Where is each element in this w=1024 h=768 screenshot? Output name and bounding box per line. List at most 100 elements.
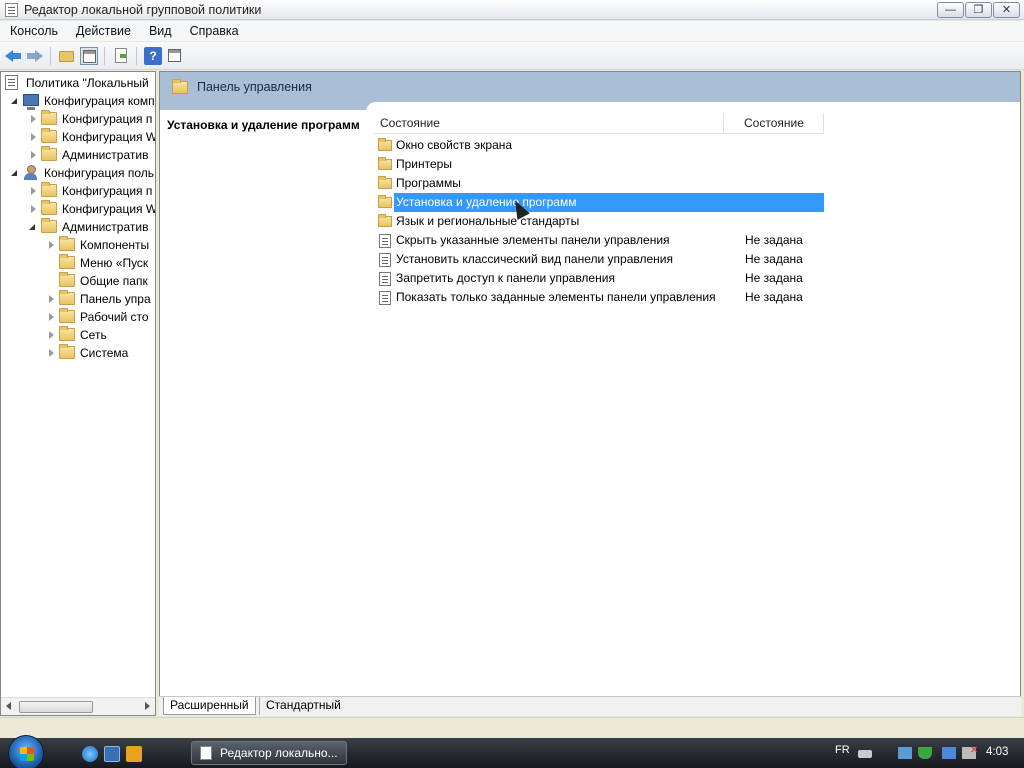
back-arrow-icon[interactable] <box>4 47 22 65</box>
tree-item[interactable]: Сеть <box>1 326 155 344</box>
toolbar: ? <box>0 42 1024 70</box>
folder-icon <box>41 182 57 197</box>
setting-list-item[interactable]: Установить классический вид панели управ… <box>376 250 824 269</box>
start-button[interactable] <box>8 735 44 768</box>
tree-item[interactable]: Меню «Пуск <box>1 254 155 272</box>
tree-pane[interactable]: Политика "Локальный Конфигурация комп Конф… <box>0 71 156 716</box>
tree-item[interactable]: Конфигурация поль <box>1 164 155 182</box>
menu-console[interactable]: Консоль <box>0 21 66 41</box>
menu-view[interactable]: Вид <box>139 21 180 41</box>
tree-item-label: Панель упра <box>80 292 151 306</box>
collapsed-arrow-icon[interactable] <box>31 115 36 123</box>
taskbar-window-button[interactable]: Редактор локально... <box>191 741 347 765</box>
scroll-right-icon[interactable] <box>145 702 150 710</box>
network-icon[interactable] <box>898 747 912 759</box>
language-indicator[interactable]: FR <box>835 744 850 756</box>
folder-icon <box>59 254 75 269</box>
list-item-name: Окно свойств экрана <box>396 138 513 152</box>
folder-list-item[interactable]: Язык и региональные стандарты <box>376 212 824 231</box>
collapsed-arrow-icon[interactable] <box>49 295 54 303</box>
expanded-arrow-icon[interactable] <box>11 170 17 176</box>
tree-item[interactable]: Рабочий сто <box>1 308 155 326</box>
column-header-name[interactable]: Состояние <box>380 113 440 133</box>
folder-icon <box>172 79 188 94</box>
column-header-state[interactable]: Состояние <box>744 113 804 133</box>
view-tabs: Расширенный Стандартный <box>159 696 1021 716</box>
tab-standard[interactable]: Стандартный <box>259 697 347 715</box>
folder-icon <box>41 110 57 125</box>
collapsed-arrow-icon[interactable] <box>49 331 54 339</box>
policy-setting-icon <box>379 291 391 305</box>
media-player-icon[interactable] <box>126 746 142 762</box>
setting-list-item[interactable]: Запретить доступ к панели управления Не з… <box>376 269 824 288</box>
maximize-button[interactable]: ❐ <box>965 2 992 18</box>
menu-help[interactable]: Справка <box>180 21 247 41</box>
tree-item-label: Компоненты <box>80 238 150 252</box>
tree-item[interactable]: Конфигурация комп <box>1 92 155 110</box>
setting-list-item[interactable]: Показать только заданные элементы панели… <box>376 288 824 307</box>
policy-setting-icon <box>379 272 391 286</box>
collapsed-arrow-icon[interactable] <box>31 133 36 141</box>
collapsed-arrow-icon[interactable] <box>49 349 54 357</box>
up-folder-icon[interactable] <box>58 47 76 65</box>
column-divider[interactable] <box>723 113 724 133</box>
folder-icon <box>378 195 392 208</box>
forward-arrow-icon[interactable] <box>26 47 44 65</box>
tree-item[interactable]: Панель упра <box>1 290 155 308</box>
tree-item[interactable]: Система <box>1 344 155 362</box>
expanded-arrow-icon[interactable] <box>11 98 17 104</box>
tree-item[interactable]: Общие папк <box>1 272 155 290</box>
tree-item-label: Конфигурация комп <box>44 94 155 108</box>
tree-item-label: Политика "Локальный <box>26 76 149 90</box>
tree-item[interactable]: Конфигурация п <box>1 182 155 200</box>
folder-list-item[interactable]: Установка и удаление программ <box>376 193 824 212</box>
folder-icon <box>41 200 57 215</box>
collapsed-arrow-icon[interactable] <box>31 205 36 213</box>
collapsed-arrow-icon[interactable] <box>31 187 36 195</box>
taskbar-window-label: Редактор локально... <box>220 746 338 760</box>
tree-item-label: Административ <box>62 148 149 162</box>
setting-list-item[interactable]: Скрыть указанные элементы панели управле… <box>376 231 824 250</box>
collapsed-arrow-icon[interactable] <box>31 151 36 159</box>
tree-horizontal-scrollbar[interactable] <box>1 697 155 715</box>
clock[interactable]: 4:03 <box>986 746 1008 758</box>
tree-item[interactable]: Компоненты <box>1 236 155 254</box>
description-title: Установка и удаление программ <box>167 118 360 132</box>
menu-action[interactable]: Действие <box>66 21 139 41</box>
properties-icon[interactable] <box>166 47 184 65</box>
policy-setting-icon <box>379 253 391 267</box>
internet-explorer-icon[interactable] <box>82 746 98 762</box>
display-icon[interactable] <box>942 747 956 759</box>
tree-item[interactable]: Конфигурация W <box>1 200 155 218</box>
show-desktop-icon[interactable] <box>104 746 120 762</box>
close-button[interactable]: ✕ <box>993 2 1020 18</box>
gpedit-app-icon <box>5 3 18 17</box>
show-hide-tree-icon[interactable] <box>80 47 98 65</box>
minimize-button[interactable]: — <box>937 2 964 18</box>
collapsed-arrow-icon[interactable] <box>49 241 54 249</box>
security-shield-icon[interactable] <box>918 747 932 759</box>
tree-item[interactable]: Административ <box>1 218 155 236</box>
column-headers: Состояние Состояние <box>374 113 824 134</box>
expanded-arrow-icon[interactable] <box>29 224 35 230</box>
list-item-name: Программы <box>396 176 461 190</box>
tree-item[interactable]: Административ <box>1 146 155 164</box>
column-divider[interactable] <box>823 113 824 133</box>
collapsed-arrow-icon[interactable] <box>49 313 54 321</box>
folder-list-item[interactable]: Окно свойств экрана <box>376 136 824 155</box>
tree-item[interactable]: Конфигурация W <box>1 128 155 146</box>
tree-item[interactable]: Конфигурация п <box>1 110 155 128</box>
list-item-state: Не задана <box>745 252 803 266</box>
help-icon[interactable]: ? <box>144 47 162 65</box>
keyboard-icon[interactable] <box>858 750 872 758</box>
volume-muted-icon[interactable] <box>962 745 978 759</box>
folder-list-item[interactable]: Программы <box>376 174 824 193</box>
tree-item-label: Конфигурация W <box>62 202 156 216</box>
export-list-icon[interactable] <box>112 47 130 65</box>
user-icon <box>23 165 38 180</box>
folder-list-item[interactable]: Принтеры <box>376 155 824 174</box>
scroll-left-icon[interactable] <box>6 702 11 710</box>
tab-extended[interactable]: Расширенный <box>163 697 256 715</box>
scroll-thumb[interactable] <box>19 701 93 713</box>
tree-item[interactable]: Политика "Локальный <box>1 74 155 92</box>
